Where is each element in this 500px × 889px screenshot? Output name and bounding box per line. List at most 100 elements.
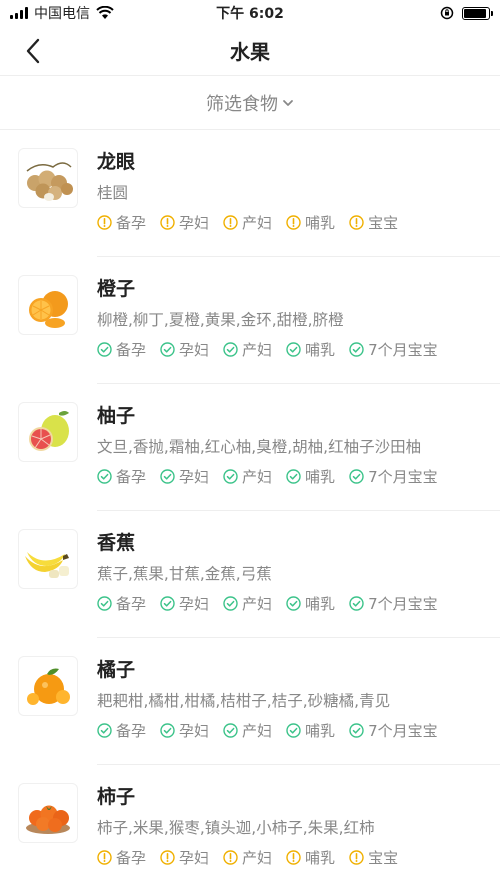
signal-icon bbox=[10, 7, 28, 19]
tag-label: 产妇 bbox=[242, 848, 273, 867]
check-circle-icon bbox=[97, 595, 112, 611]
tag-label: 孕妇 bbox=[179, 213, 210, 232]
back-button[interactable] bbox=[18, 36, 48, 66]
tag-label: 宝宝 bbox=[368, 213, 399, 232]
check-circle-icon bbox=[97, 722, 112, 738]
food-aliases: 柳橙,柳丁,夏橙,黄果,金环,甜橙,脐橙 bbox=[97, 311, 344, 329]
food-list-item[interactable]: 柿子 柿子,米果,猴枣,镇头迦,小柿子,朱果,红柿 备孕 孕妇 产妇 哺乳 宝宝 bbox=[0, 765, 500, 889]
caution-icon bbox=[97, 849, 112, 865]
check-circle-icon bbox=[349, 722, 364, 738]
tag-label: 孕妇 bbox=[179, 721, 210, 740]
nav-bar: 水果 bbox=[0, 26, 500, 76]
food-list-item[interactable]: 橙子 柳橙,柳丁,夏橙,黄果,金环,甜橙,脐橙 备孕 孕妇 产妇 哺乳 7个月宝… bbox=[0, 257, 500, 384]
status-bar: 中国电信 下午 6:02 bbox=[0, 0, 500, 26]
tag-label: 哺乳 bbox=[305, 594, 336, 613]
tag-label: 7个月宝宝 bbox=[368, 340, 438, 359]
food-list-item[interactable]: 龙眼 桂圆 备孕 孕妇 产妇 哺乳 宝宝 bbox=[0, 130, 500, 257]
page-title: 水果 bbox=[230, 40, 270, 64]
food-info: 柿子 柿子,米果,猴枣,镇头迦,小柿子,朱果,红柿 备孕 孕妇 产妇 哺乳 宝宝 bbox=[97, 783, 482, 889]
suitability-tag: 孕妇 bbox=[160, 466, 209, 487]
suitability-tags: 备孕 孕妇 产妇 哺乳 7个月宝宝 bbox=[97, 465, 482, 487]
wifi-icon bbox=[96, 6, 114, 19]
check-circle-icon bbox=[223, 722, 238, 738]
filter-label: 筛选食物 bbox=[206, 93, 278, 115]
tag-label: 孕妇 bbox=[179, 340, 210, 359]
caution-icon bbox=[349, 849, 364, 865]
tag-label: 孕妇 bbox=[179, 848, 210, 867]
food-info: 龙眼 桂圆 备孕 孕妇 产妇 哺乳 宝宝 bbox=[97, 148, 482, 257]
carrier-label: 中国电信 bbox=[34, 6, 90, 22]
suitability-tag: 备孕 bbox=[97, 339, 146, 360]
suitability-tags: 备孕 孕妇 产妇 哺乳 7个月宝宝 bbox=[97, 592, 482, 614]
suitability-tag: 产妇 bbox=[223, 593, 272, 614]
suitability-tag: 备孕 bbox=[97, 466, 146, 487]
food-name: 柚子 bbox=[97, 405, 136, 427]
caution-icon bbox=[286, 849, 301, 865]
check-circle-icon bbox=[286, 595, 301, 611]
caution-icon bbox=[223, 214, 238, 230]
tag-label: 哺乳 bbox=[305, 721, 336, 740]
check-circle-icon bbox=[160, 595, 175, 611]
persimmon-image bbox=[18, 783, 78, 843]
suitability-tag: 哺乳 bbox=[286, 593, 335, 614]
tag-label: 哺乳 bbox=[305, 340, 336, 359]
check-circle-icon bbox=[349, 595, 364, 611]
tag-label: 哺乳 bbox=[305, 848, 336, 867]
food-info: 橘子 耙耙柑,橘柑,柑橘,桔柑子,桔子,砂糖橘,青见 备孕 孕妇 产妇 哺乳 7… bbox=[97, 656, 482, 765]
check-circle-icon bbox=[160, 722, 175, 738]
suitability-tag: 哺乳 bbox=[286, 466, 335, 487]
tag-label: 产妇 bbox=[242, 721, 273, 740]
caution-icon bbox=[160, 214, 175, 230]
suitability-tag: 产妇 bbox=[223, 466, 272, 487]
suitability-tag: 7个月宝宝 bbox=[349, 339, 438, 360]
check-circle-icon bbox=[97, 468, 112, 484]
suitability-tag: 孕妇 bbox=[160, 593, 209, 614]
caution-icon bbox=[286, 214, 301, 230]
suitability-tag: 哺乳 bbox=[286, 847, 335, 868]
tag-label: 产妇 bbox=[242, 340, 273, 359]
check-circle-icon bbox=[286, 722, 301, 738]
caution-icon bbox=[160, 849, 175, 865]
check-circle-icon bbox=[286, 341, 301, 357]
suitability-tag: 7个月宝宝 bbox=[349, 466, 438, 487]
food-info: 香蕉 蕉子,蕉果,甘蕉,金蕉,弓蕉 备孕 孕妇 产妇 哺乳 7个月宝宝 bbox=[97, 529, 482, 638]
food-list-item[interactable]: 香蕉 蕉子,蕉果,甘蕉,金蕉,弓蕉 备孕 孕妇 产妇 哺乳 7个月宝宝 bbox=[0, 511, 500, 638]
tag-label: 产妇 bbox=[242, 594, 273, 613]
suitability-tag: 产妇 bbox=[223, 339, 272, 360]
suitability-tag: 哺乳 bbox=[286, 339, 335, 360]
check-circle-icon bbox=[160, 341, 175, 357]
pomelo-image bbox=[18, 402, 78, 462]
status-right bbox=[440, 6, 493, 20]
suitability-tag: 孕妇 bbox=[160, 339, 209, 360]
tag-label: 备孕 bbox=[116, 340, 147, 359]
tangerine-image bbox=[18, 656, 78, 716]
tag-label: 备孕 bbox=[116, 848, 147, 867]
caution-icon bbox=[349, 214, 364, 230]
tag-label: 备孕 bbox=[116, 721, 147, 740]
food-info: 柚子 文旦,香抛,霜柚,红心柚,臭橙,胡柚,红柚子沙田柚 备孕 孕妇 产妇 哺乳… bbox=[97, 402, 482, 511]
suitability-tag: 7个月宝宝 bbox=[349, 593, 438, 614]
food-list-item[interactable]: 柚子 文旦,香抛,霜柚,红心柚,臭橙,胡柚,红柚子沙田柚 备孕 孕妇 产妇 哺乳… bbox=[0, 384, 500, 511]
orange-image bbox=[18, 275, 78, 335]
food-list: 龙眼 桂圆 备孕 孕妇 产妇 哺乳 宝宝 橙子 柳橙,柳丁,夏橙,黄果,金环,甜… bbox=[0, 130, 500, 889]
suitability-tag: 7个月宝宝 bbox=[349, 720, 438, 741]
tag-label: 孕妇 bbox=[179, 594, 210, 613]
suitability-tag: 产妇 bbox=[223, 212, 272, 233]
suitability-tag: 孕妇 bbox=[160, 720, 209, 741]
tag-label: 备孕 bbox=[116, 467, 147, 486]
tag-label: 产妇 bbox=[242, 467, 273, 486]
suitability-tags: 备孕 孕妇 产妇 哺乳 7个月宝宝 bbox=[97, 719, 482, 741]
food-aliases: 桂圆 bbox=[97, 184, 129, 202]
filter-dropdown[interactable]: 筛选食物 bbox=[0, 76, 500, 130]
rotation-lock-icon bbox=[440, 6, 454, 20]
chevron-down-icon bbox=[283, 99, 293, 106]
check-circle-icon bbox=[349, 468, 364, 484]
banana-image bbox=[18, 529, 78, 589]
suitability-tag: 备孕 bbox=[97, 720, 146, 741]
suitability-tag: 哺乳 bbox=[286, 212, 335, 233]
food-list-item[interactable]: 橘子 耙耙柑,橘柑,柑橘,桔柑子,桔子,砂糖橘,青见 备孕 孕妇 产妇 哺乳 7… bbox=[0, 638, 500, 765]
food-aliases: 文旦,香抛,霜柚,红心柚,臭橙,胡柚,红柚子沙田柚 bbox=[97, 438, 422, 456]
food-aliases: 柿子,米果,猴枣,镇头迦,小柿子,朱果,红柿 bbox=[97, 819, 375, 837]
tag-label: 宝宝 bbox=[368, 848, 399, 867]
suitability-tag: 孕妇 bbox=[160, 212, 209, 233]
